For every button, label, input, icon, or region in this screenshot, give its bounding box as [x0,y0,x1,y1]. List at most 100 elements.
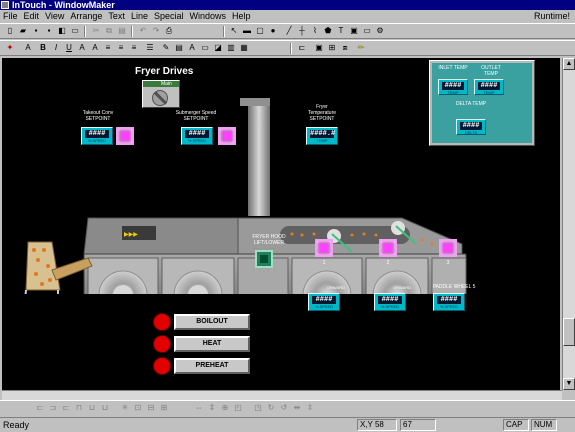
wizard-icon[interactable]: ⚙ [374,25,386,37]
flip-h-icon[interactable]: ⇹ [291,402,303,414]
rotate-ccw-icon[interactable]: ↺ [278,402,290,414]
bitmap-icon[interactable]: ▣ [348,25,360,37]
make-cell-icon[interactable]: ⊟ [145,402,157,414]
menu-view[interactable]: View [42,10,67,22]
shrink-font-icon[interactable]: A [76,42,88,54]
align-bottom-icon[interactable]: ⊔ [99,402,111,414]
inlet-temp-readout[interactable]: #### TEMP [438,79,468,95]
window-icon[interactable]: ▭ [69,25,81,37]
polygon-icon[interactable]: ⬟ [322,25,334,37]
button-tool-icon[interactable]: ▭ [361,25,373,37]
app-icon [1,1,9,9]
menu-line[interactable]: Line [128,10,151,22]
menu-arrange[interactable]: Arrange [67,10,105,22]
line-icon[interactable]: ╱ [283,25,295,37]
underline-icon[interactable]: U [63,42,75,54]
save-all-icon[interactable]: ▪ [43,25,55,37]
print-icon[interactable]: ⎙ [163,25,175,37]
align-middle-icon[interactable]: ⊔ [86,402,98,414]
vertical-scrollbar[interactable]: ▲ ▼ [562,58,575,390]
rounded-rect-icon[interactable]: ▢ [254,25,266,37]
outlet-temp-readout[interactable]: #### TEMP [474,79,504,95]
rectangle-icon[interactable]: ▬ [241,25,253,37]
full-screen-icon[interactable]: ▣ [313,42,325,54]
connect-icon[interactable]: ⧈ [339,42,351,54]
forward-readout-1[interactable]: #### % SPEED [308,293,340,311]
redo-icon[interactable]: ↷ [150,25,162,37]
align-left-icon[interactable]: ≡ [102,42,114,54]
line-color-icon[interactable]: ✎ [160,42,172,54]
align-left-objects-icon[interactable]: ⊏ [34,402,46,414]
menu-file[interactable]: File [0,10,21,22]
polyline-icon[interactable]: ⌇ [309,25,321,37]
space-horizontal-icon[interactable]: ⇔ [193,402,205,414]
break-symbol-icon[interactable]: ⊡ [132,402,144,414]
center-icon[interactable]: ⊕ [219,402,231,414]
grow-font-icon[interactable]: A [89,42,101,54]
boilout-indicator [153,313,171,331]
rotate-cw-icon[interactable]: ↻ [265,402,277,414]
copy-icon[interactable]: ⧉ [103,25,115,37]
pencil-icon[interactable]: ✏ [355,42,367,54]
toolbox-icon[interactable]: ⊏ [296,42,308,54]
outlet-temp-label: OUTLET TEMP [481,65,501,77]
forward-label-2: ORWARD [393,285,411,290]
bring-front-icon[interactable]: ◰ [232,402,244,414]
bold-icon[interactable]: B [37,42,49,54]
make-symbol-icon[interactable]: ✳ [119,402,131,414]
hv-line-icon[interactable]: ┼ [296,25,308,37]
menu-help[interactable]: Help [229,10,254,22]
print-setup-icon[interactable]: ◧ [56,25,68,37]
align-right-objects-icon[interactable]: ⊏ [60,402,72,414]
scroll-down-icon[interactable]: ▼ [563,378,575,390]
boilout-button[interactable]: BOILOUT [174,314,250,330]
menu-text[interactable]: Text [105,10,128,22]
save-icon[interactable]: ▪ [30,25,42,37]
preheat-button[interactable]: PREHEAT [174,358,250,374]
font-icon[interactable]: A [22,42,34,54]
blink-icon[interactable]: ▥ [225,42,237,54]
wizard-hat-icon[interactable]: ✦ [4,42,16,54]
runtime-link[interactable]: Runtime! [531,10,573,22]
open-icon[interactable]: ▰ [17,25,29,37]
new-icon[interactable]: ▯ [4,25,16,37]
window-color-icon[interactable]: ▭ [199,42,211,54]
drawing-canvas[interactable]: Fryer Drives Main Takeout Conv SETPOINT … [2,58,560,390]
scroll-up-icon[interactable]: ▲ [563,58,575,70]
fill-color-icon[interactable]: ▤ [173,42,185,54]
italic-icon[interactable]: I [50,42,62,54]
heat-button[interactable]: HEAT [174,336,250,352]
space-vertical-icon[interactable]: ⇕ [206,402,218,414]
zone-number-3: 3 [446,260,450,266]
undo-icon[interactable]: ↶ [137,25,149,37]
align-top-icon[interactable]: ⊓ [73,402,85,414]
border-icon[interactable]: ▦ [238,42,250,54]
flip-v-icon[interactable]: ⇳ [304,402,316,414]
transparent-icon[interactable]: ◪ [212,42,224,54]
hood-lift-button[interactable] [255,250,273,268]
preheat-indicator [153,357,171,375]
menu-special[interactable]: Special [151,10,187,22]
forward-readout-2[interactable]: #### % SPEED [374,293,406,311]
align-center-icon[interactable]: ≡ [115,42,127,54]
grid-icon[interactable]: ⊞ [326,42,338,54]
ellipse-icon[interactable]: ● [267,25,279,37]
menu-windows[interactable]: Windows [186,10,229,22]
align-center-objects-icon[interactable]: ⊐ [47,402,59,414]
text-icon[interactable]: T [335,25,347,37]
paste-icon[interactable]: ▤ [116,25,128,37]
menu-bar: File Edit View Arrange Text Line Special… [0,10,575,22]
horizontal-scrollbar[interactable] [2,390,562,400]
window-title: InTouch - WindowMaker [12,0,115,10]
align-right-icon[interactable]: ≡ [128,42,140,54]
text-color-icon[interactable]: A [186,42,198,54]
scroll-thumb[interactable] [563,318,575,346]
menu-edit[interactable]: Edit [21,10,43,22]
select-arrow-icon[interactable]: ↖ [228,25,240,37]
cut-icon[interactable]: ✂ [90,25,102,37]
line-style-icon[interactable]: ☰ [144,42,156,54]
break-cell-icon[interactable]: ⊞ [158,402,170,414]
format-toolbar: ✦ A B I U A A ≡ ≡ ≡ ☰ ✎ ▤ A ▭ ◪ ▥ ▦ ⊏ ▣ … [0,40,575,56]
paddle-wheel-readout[interactable]: #### % SPEED [433,293,465,311]
send-back-icon[interactable]: ◳ [252,402,264,414]
